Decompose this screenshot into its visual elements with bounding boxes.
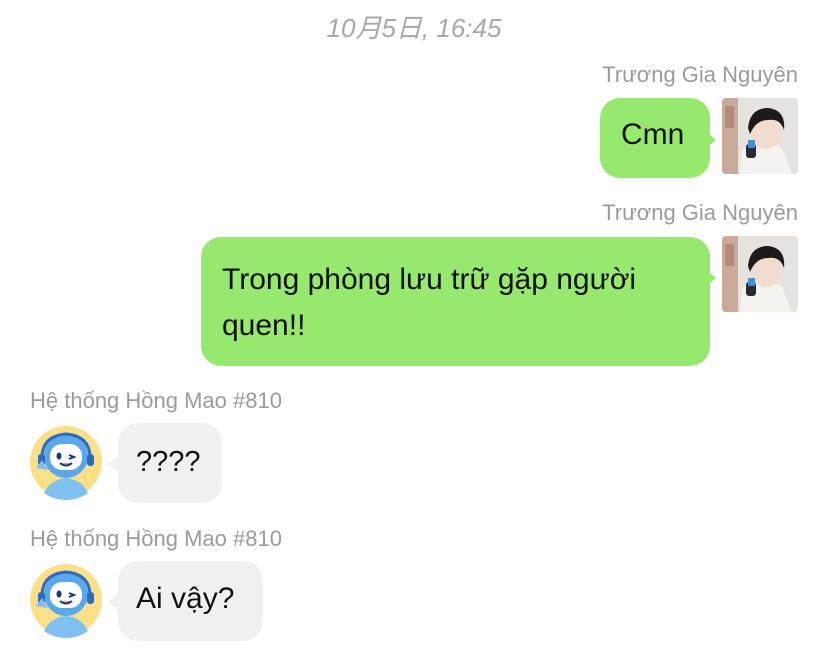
user-avatar[interactable]	[722, 98, 798, 174]
message-text: Cmn	[621, 118, 685, 151]
message-text: ????	[136, 446, 201, 478]
bot-avatar[interactable]	[28, 424, 104, 500]
sender-name: Hệ thống Hồng Mao #810	[30, 388, 282, 413]
sender-name: Trương Gia Nguyên	[602, 62, 798, 87]
message-timestamp: 10月5日, 16:45	[326, 13, 502, 43]
user-avatar[interactable]	[722, 236, 798, 312]
robot-mascot-avatar-icon	[28, 424, 104, 500]
message-text: Ai vậy?	[136, 582, 235, 615]
bubble-tail	[108, 594, 118, 610]
outgoing-message-bubble[interactable]: Trong phòng lưu trữ gặp người quen!!	[201, 237, 710, 366]
message-text: Trong phòng lưu trữ gặp người quen!!	[222, 263, 637, 342]
sender-name: Hệ thống Hồng Mao #810	[30, 526, 282, 551]
bubble-tail	[706, 132, 716, 148]
robot-mascot-avatar-icon	[28, 562, 104, 638]
user-photo-avatar-icon	[722, 98, 798, 174]
outgoing-message-bubble[interactable]: Cmn	[600, 98, 710, 178]
bubble-tail	[706, 270, 716, 286]
bot-avatar[interactable]	[28, 562, 104, 638]
sender-name: Trương Gia Nguyên	[602, 200, 798, 225]
incoming-message-bubble[interactable]: Ai vậy?	[118, 561, 263, 641]
bubble-tail	[108, 456, 118, 472]
user-photo-avatar-icon	[722, 236, 798, 312]
chat-thread[interactable]: 10月5日, 16:45 Trương Gia Nguyên Cmn Trươn…	[0, 0, 828, 661]
incoming-message-bubble[interactable]: ????	[118, 423, 222, 503]
